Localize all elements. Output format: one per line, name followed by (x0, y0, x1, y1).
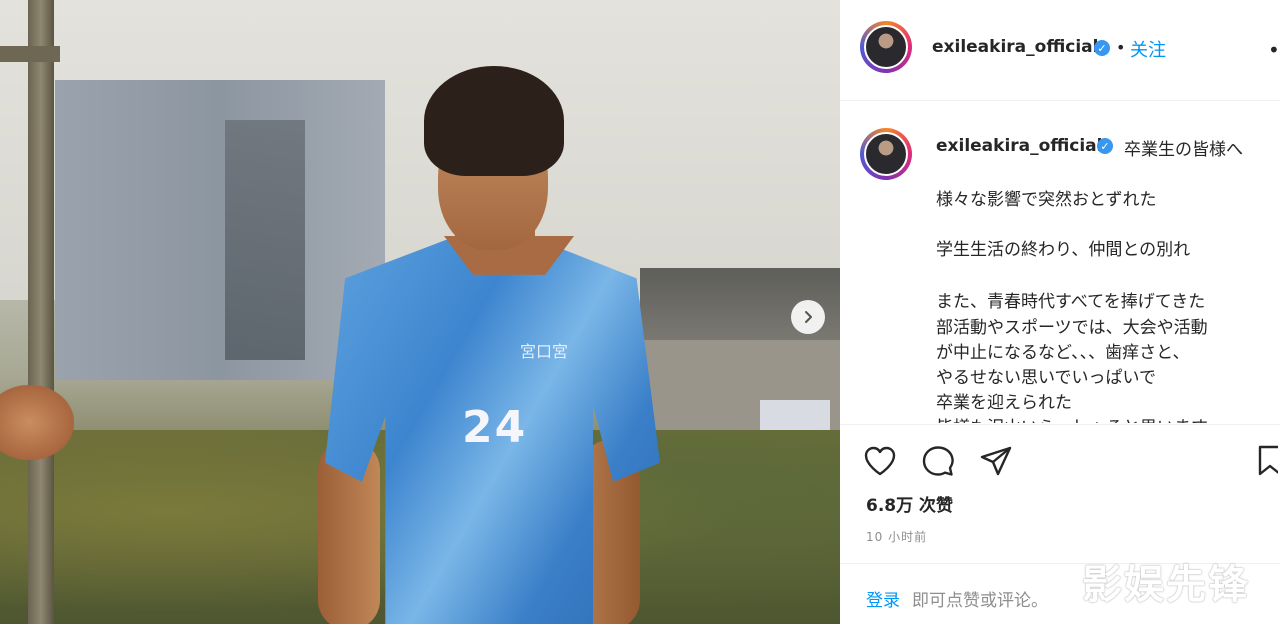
chevron-right-icon (805, 311, 812, 323)
more-options-icon[interactable]: ••• (1268, 38, 1280, 62)
comment-button[interactable] (920, 443, 956, 479)
photo-building (55, 80, 385, 380)
heart-icon (864, 446, 896, 476)
caption-line: 様々な影響で突然おとずれた (936, 190, 1157, 210)
verified-badge-icon: ✓ (1094, 40, 1110, 56)
bookmark-icon (1258, 445, 1278, 476)
caption-line: また、青春時代すべてを捧げてきた (936, 292, 1206, 312)
comment-prompt: 即可点赞或评论。 (912, 591, 1048, 611)
caption-line: やるせない思いでいっぱいで (936, 368, 1156, 388)
post-photo[interactable]: 宮口宮 24 (0, 0, 840, 624)
caption-first-line: 卒業生の皆様へ (1124, 140, 1243, 160)
caption-area: exileakira_official ✓ 卒業生の皆様へ 様々な影響で突然おと… (840, 101, 1280, 423)
avatar[interactable] (860, 21, 912, 73)
caption-line: 卒業を迎えられた (936, 393, 1072, 413)
watermark-text: 影娱先锋 (1082, 562, 1250, 608)
caption-line: 部活動やスポーツでは、大会や活動 (936, 318, 1208, 338)
jersey-number: 24 (462, 402, 528, 453)
save-button[interactable] (1254, 443, 1278, 479)
share-button[interactable] (978, 443, 1014, 479)
follow-button[interactable]: 关注 (1130, 36, 1166, 62)
photo-pole (28, 0, 54, 624)
like-button[interactable] (862, 443, 898, 479)
login-link[interactable]: 登录 (866, 586, 900, 611)
caption-line: が中止になるなど、、、歯痒さと、 (936, 343, 1190, 363)
caption-line: 皆様も沢山いらっしゃると思います (936, 413, 1208, 423)
player-hair (424, 66, 564, 176)
comment-bubble-icon (922, 446, 954, 476)
header-separator: • (1116, 38, 1126, 57)
post-header: exileakira_official ✓ • 关注 ••• (840, 0, 1280, 101)
post-side-panel: exileakira_official ✓ • 关注 ••• exileakir… (840, 0, 1280, 624)
next-photo-button[interactable] (791, 300, 825, 334)
caption-avatar[interactable] (860, 128, 912, 180)
paper-plane-icon (980, 446, 1012, 476)
photo-building-shadow (225, 120, 305, 360)
header-username[interactable]: exileakira_official (932, 37, 1098, 57)
likes-count[interactable]: 6.8万 次赞 (866, 491, 953, 516)
jersey-logo-text: 宮口宮 (520, 342, 569, 361)
caption-username[interactable]: exileakira_official (936, 136, 1102, 156)
avatar-image (864, 25, 908, 69)
post-timestamp: 10 小时前 (866, 530, 928, 544)
photo-pole-arm (0, 46, 60, 62)
photo-hand (0, 385, 74, 460)
verified-badge-icon: ✓ (1097, 138, 1113, 154)
caption-line: 学生生活の終わり、仲間との別れ (936, 240, 1191, 260)
avatar-image (864, 132, 908, 176)
